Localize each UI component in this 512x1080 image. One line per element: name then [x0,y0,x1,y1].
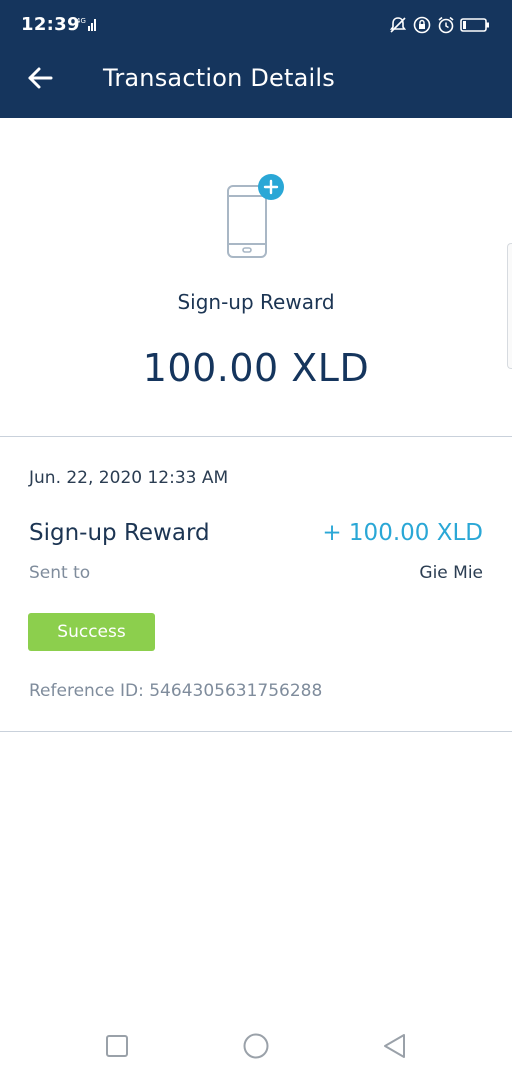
recent-apps-icon[interactable] [103,1032,131,1060]
status-bar: 12:39 4G [0,0,512,46]
screen: 12:39 4G Transaction Details Sign-up Rew… [0,0,512,1080]
edge-panel-handle[interactable] [507,243,512,369]
status-badge: Success [28,613,155,651]
mute-icon [388,15,408,35]
battery-icon [460,16,490,34]
phone-plus-icon [224,174,288,264]
hero-amount: 100.00 XLD [142,346,370,390]
app-bar: Transaction Details [0,46,512,118]
arrow-left-icon [27,66,53,94]
sent-to-label: Sent to [29,563,91,583]
status-badge-label: Success [57,622,126,642]
transaction-summary: Sign-up Reward 100.00 XLD [0,118,512,436]
transaction-details: Jun. 22, 2020 12:33 AM Sign-up Reward + … [0,437,512,731]
alarm-icon [436,15,456,35]
status-time: 12:39 [21,14,80,35]
transaction-date: Jun. 22, 2020 12:33 AM [29,468,229,488]
system-nav-bar [0,1010,512,1080]
hero-title: Sign-up Reward [177,290,335,314]
reference-id: Reference ID: 5464305631756288 [29,681,323,701]
divider [0,731,512,732]
location-lock-icon [412,15,432,35]
home-icon[interactable] [242,1032,270,1060]
back-button[interactable] [22,62,58,98]
transaction-amount: + 100.00 XLD [322,520,483,546]
sent-to-value: Gie Mie [419,563,483,583]
status-icons [388,14,490,36]
transaction-type: Sign-up Reward [29,520,210,546]
page-title: Transaction Details [103,64,335,92]
signal-icon: 4G [76,16,98,32]
back-icon[interactable] [381,1032,409,1060]
network-type: 4G [76,17,86,25]
